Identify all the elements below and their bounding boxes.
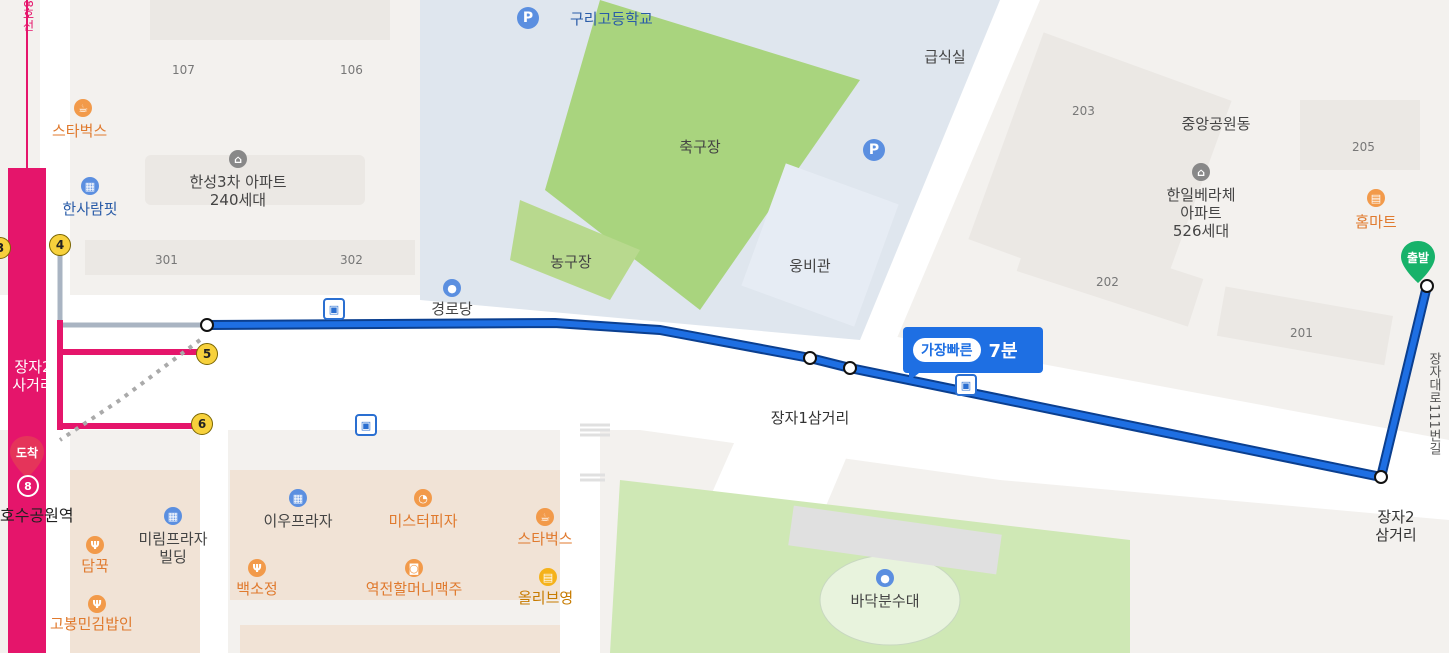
- fastest-tag: 가장빠른: [913, 338, 981, 362]
- poi-hansung-apt[interactable]: 한성3차 아파트 240세대: [189, 173, 286, 209]
- poi-starbucks-bottom[interactable]: 스타벅스: [517, 530, 572, 548]
- fountain-icon: ●: [876, 569, 894, 587]
- intersection-jangja2-sageori: 장자2 사거리: [12, 358, 54, 394]
- poi-soccer-field[interactable]: 축구장: [679, 138, 720, 156]
- intersection-jangja1-samgeori: 장자1삼거리: [770, 409, 850, 427]
- poi-mister-pizza[interactable]: 미스터피자: [388, 512, 457, 530]
- bldg-203: 203: [1072, 104, 1095, 118]
- route-time: 7분: [988, 341, 1018, 362]
- shop-icon: ▤: [539, 568, 557, 586]
- intersection-jangja2-samgeori: 장자2 삼거리: [1375, 508, 1417, 544]
- route-waypoint: [843, 361, 857, 375]
- map-view[interactable]: 8호선 107 106 301 302 203 205 202 201 ☕ 스타…: [0, 0, 1449, 653]
- poi-gobongmin[interactable]: 고봉민김밥인: [50, 615, 133, 633]
- restaurant-icon: Ψ: [88, 595, 106, 613]
- line8-label: 8호선: [21, 0, 35, 32]
- bus-stop-icon[interactable]: ▣: [955, 374, 977, 396]
- bldg-107: 107: [172, 63, 195, 77]
- poi-damggok[interactable]: 담꾹: [81, 557, 109, 575]
- bus-stop-icon[interactable]: ▣: [355, 414, 377, 436]
- end-pin-icon[interactable]: 도착: [10, 436, 44, 478]
- road-name: 장자대로111번길: [1426, 352, 1441, 455]
- bldg-302: 302: [340, 253, 363, 267]
- poi-senior-center[interactable]: 경로당: [431, 300, 472, 318]
- poi-hanil-apt[interactable]: 한일베라체 아파트 526세대: [1166, 186, 1235, 240]
- parking-icon: P: [517, 7, 539, 29]
- map-base: [0, 0, 1449, 653]
- poi-gym[interactable]: 웅비관: [789, 257, 830, 275]
- start-pin-icon[interactable]: 출발: [1401, 241, 1435, 283]
- poi-mirim-plaza[interactable]: 미림프라자 빌딩: [138, 530, 207, 566]
- bldg-106: 106: [340, 63, 363, 77]
- apartment-icon: ⌂: [1192, 163, 1210, 181]
- building-icon: ▦: [81, 177, 99, 195]
- poi-basketball-court[interactable]: 농구장: [550, 253, 591, 271]
- parking-icon: P: [863, 139, 885, 161]
- beer-icon: ◙: [405, 559, 423, 577]
- cafe-icon: ☕: [536, 508, 554, 526]
- senior-center-icon: ●: [443, 279, 461, 297]
- building-icon: ▦: [164, 507, 182, 525]
- restaurant-icon: Ψ: [86, 536, 104, 554]
- exit-8[interactable]: 8: [17, 475, 39, 497]
- apartment-icon: ⌂: [229, 150, 247, 168]
- bus-stop-icon[interactable]: ▣: [323, 298, 345, 320]
- route-waypoint: [803, 351, 817, 365]
- poi-fountain[interactable]: 바닥분수대: [850, 592, 919, 610]
- poi-olive-young[interactable]: 올리브영: [518, 589, 573, 607]
- poi-starbucks-top[interactable]: 스타벅스: [52, 122, 107, 140]
- route-waypoint: [200, 318, 214, 332]
- building-icon: ▦: [289, 489, 307, 507]
- bldg-201: 201: [1290, 326, 1313, 340]
- poi-cafeteria[interactable]: 급식실: [924, 48, 965, 66]
- exit-6[interactable]: 6: [191, 413, 213, 435]
- poi-guri-high[interactable]: 구리고등학교: [570, 10, 653, 28]
- bldg-301: 301: [155, 253, 178, 267]
- poi-yeokjeon-beer[interactable]: 역전할머니맥주: [366, 580, 463, 598]
- pizza-icon: ◔: [414, 489, 432, 507]
- cafe-icon[interactable]: ☕: [74, 99, 92, 117]
- poi-homemart[interactable]: 홈마트: [1355, 213, 1396, 231]
- exit-5[interactable]: 5: [196, 343, 218, 365]
- mart-icon: ▤: [1367, 189, 1385, 207]
- route-time-badge[interactable]: 가장빠른 7분: [903, 327, 1043, 381]
- bldg-202: 202: [1096, 275, 1119, 289]
- start-label: 출발: [1406, 251, 1430, 265]
- poi-hansarampit[interactable]: 한사람핏: [62, 200, 117, 218]
- station-name[interactable]: 호수공원역: [0, 506, 74, 525]
- poi-baeksojeong[interactable]: 백소정: [236, 580, 277, 598]
- route-waypoint: [1374, 470, 1388, 484]
- restaurant-icon: Ψ: [248, 559, 266, 577]
- poi-central-park-dong: 중앙공원동: [1181, 115, 1251, 133]
- end-label: 도착: [15, 446, 39, 460]
- exit-4[interactable]: 4: [49, 234, 71, 256]
- poi-iu-plaza[interactable]: 이우프라자: [263, 512, 332, 530]
- bldg-205: 205: [1352, 140, 1375, 154]
